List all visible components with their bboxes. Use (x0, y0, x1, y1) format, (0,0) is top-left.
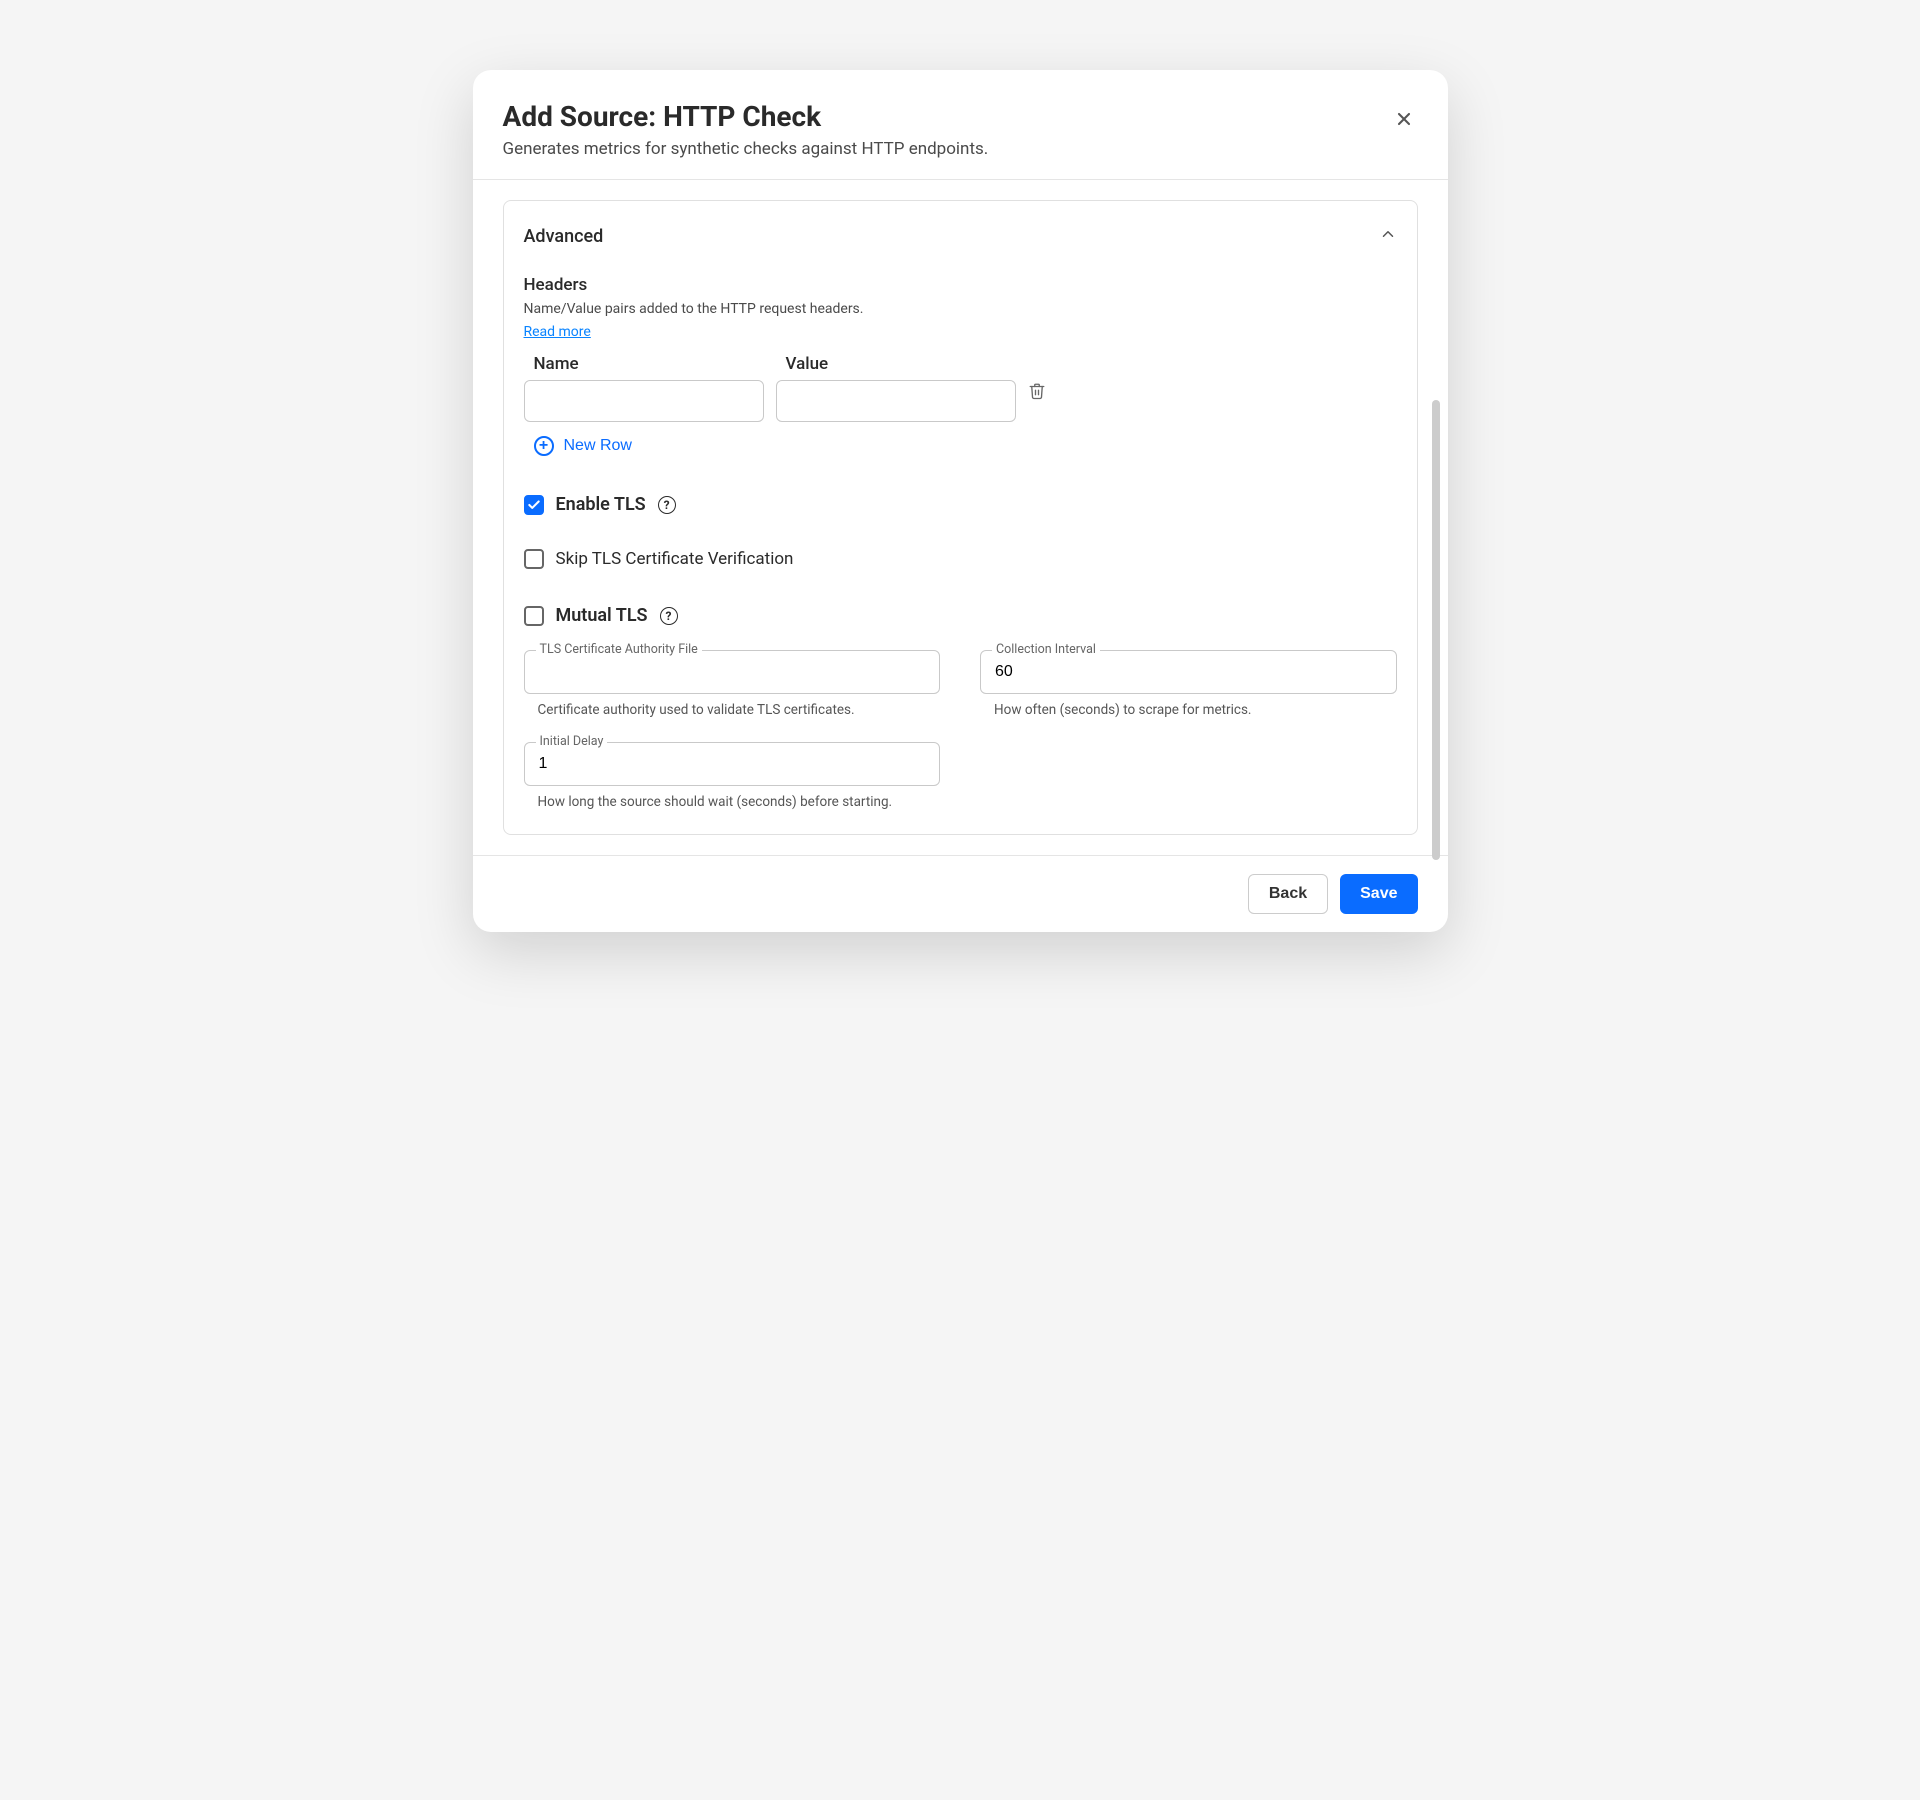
enable-tls-row: Enable TLS ? (524, 494, 1397, 515)
name-column-label: Name (524, 354, 764, 374)
form-grid: TLS Certificate Authority File Certifica… (524, 650, 1397, 810)
ca-file-field: TLS Certificate Authority File (524, 650, 941, 694)
interval-help: How often (seconds) to scrape for metric… (980, 702, 1397, 718)
modal-subtitle: Generates metrics for synthetic checks a… (503, 139, 1418, 159)
ca-file-help: Certificate authority used to validate T… (524, 702, 941, 718)
modal-body: Advanced Headers Name/Value pairs added … (473, 180, 1448, 855)
delay-help: How long the source should wait (seconds… (524, 794, 941, 810)
header-value-input[interactable] (776, 380, 1016, 422)
delay-field-wrapper: Initial Delay How long the source should… (524, 742, 941, 810)
interval-label: Collection Interval (992, 642, 1100, 657)
plus-circle-icon: + (534, 436, 554, 456)
delay-field: Initial Delay (524, 742, 941, 786)
help-icon[interactable]: ? (660, 607, 678, 625)
save-button[interactable]: Save (1340, 874, 1417, 914)
section-title: Advanced (524, 226, 604, 247)
headers-subsection: Headers Name/Value pairs added to the HT… (524, 275, 1397, 460)
mutual-tls-label: Mutual TLS (556, 605, 648, 626)
enable-tls-label: Enable TLS (556, 494, 646, 515)
mutual-tls-checkbox[interactable] (524, 606, 544, 626)
add-source-modal: Add Source: HTTP Check Generates metrics… (473, 70, 1448, 932)
header-name-column: Name (524, 354, 764, 422)
skip-verify-checkbox[interactable] (524, 549, 544, 569)
close-icon (1394, 109, 1414, 129)
delete-row-button[interactable] (1028, 354, 1046, 400)
new-row-label: New Row (564, 437, 632, 455)
modal-footer: Back Save (473, 855, 1448, 932)
value-column-label: Value (776, 354, 1016, 374)
header-name-input[interactable] (524, 380, 764, 422)
enable-tls-checkbox[interactable] (524, 495, 544, 515)
headers-title: Headers (524, 275, 1397, 295)
modal-title: Add Source: HTTP Check (503, 100, 1418, 133)
interval-field: Collection Interval (980, 650, 1397, 694)
modal-header: Add Source: HTTP Check Generates metrics… (473, 70, 1448, 180)
ca-file-field-wrapper: TLS Certificate Authority File Certifica… (524, 650, 941, 718)
chevron-up-icon (1379, 225, 1397, 247)
close-button[interactable] (1390, 105, 1418, 136)
skip-verify-label: Skip TLS Certificate Verification (556, 549, 794, 569)
read-more-link[interactable]: Read more (524, 324, 591, 340)
scrollbar[interactable] (1432, 400, 1440, 860)
header-value-column: Value (776, 354, 1016, 422)
check-icon (527, 498, 541, 512)
headers-table: Name Value (524, 354, 1397, 422)
help-icon[interactable]: ? (658, 496, 676, 514)
delay-label: Initial Delay (536, 734, 608, 749)
ca-file-label: TLS Certificate Authority File (536, 642, 702, 657)
back-button[interactable]: Back (1248, 874, 1328, 914)
mutual-tls-row: Mutual TLS ? (524, 605, 1397, 626)
skip-verify-row: Skip TLS Certificate Verification (524, 549, 1397, 569)
interval-field-wrapper: Collection Interval How often (seconds) … (980, 650, 1397, 718)
advanced-section: Advanced Headers Name/Value pairs added … (503, 200, 1418, 835)
new-row-button[interactable]: + New Row (524, 422, 642, 460)
section-header[interactable]: Advanced (524, 225, 1397, 247)
headers-desc: Name/Value pairs added to the HTTP reque… (524, 301, 1397, 317)
trash-icon (1028, 382, 1046, 400)
